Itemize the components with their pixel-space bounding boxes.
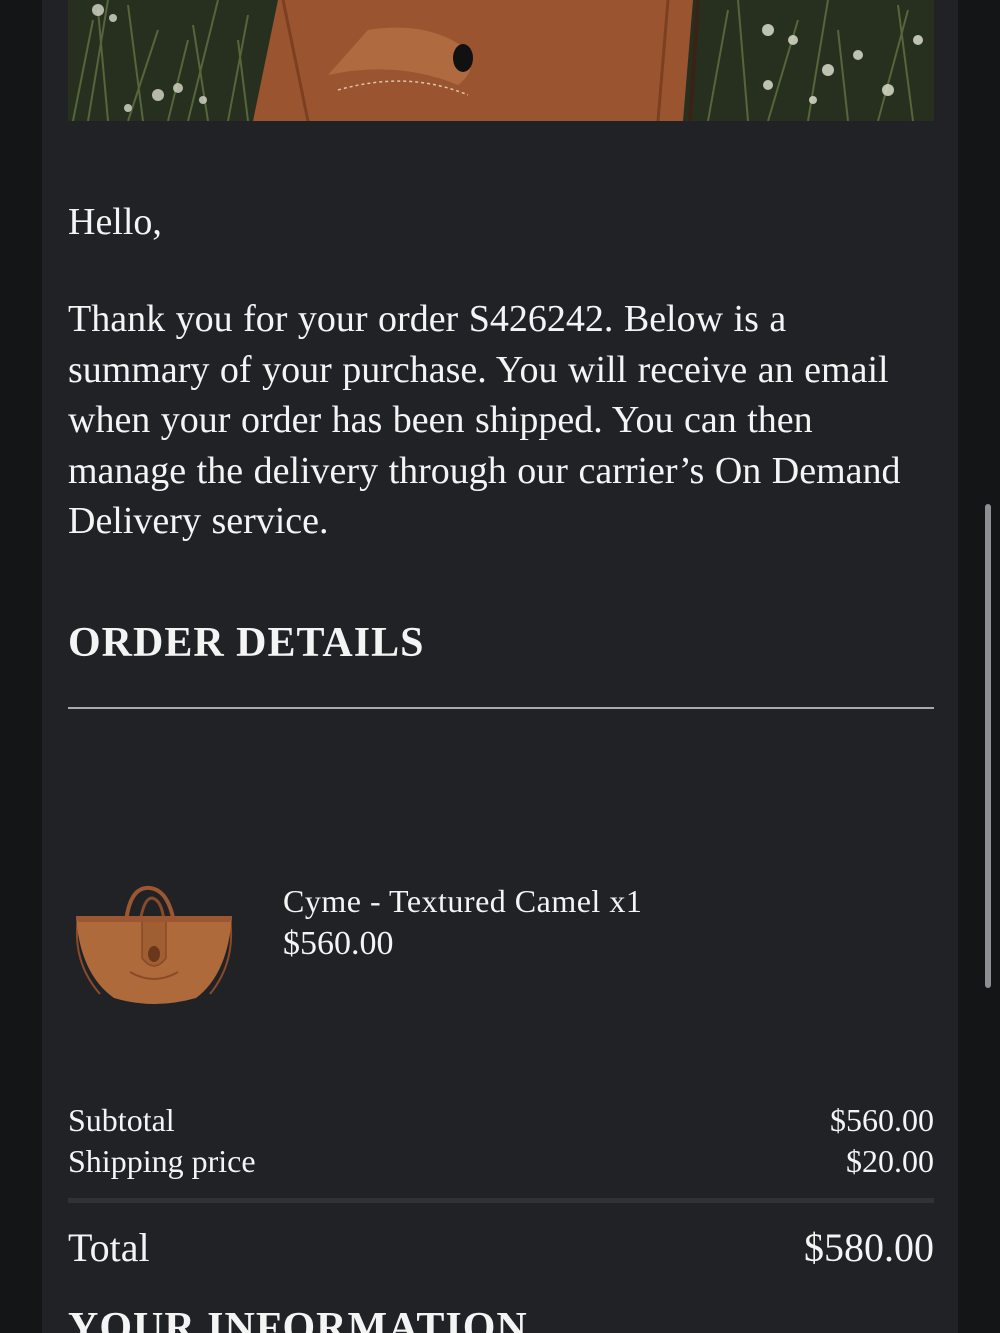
subtotal-row: Subtotal $560.00 <box>68 1099 934 1141</box>
total-label: Total <box>68 1225 150 1270</box>
greeting-text: Hello, <box>68 201 162 243</box>
total-divider <box>68 1198 934 1203</box>
email-body: Hello, Thank you for your order S426242.… <box>42 0 958 1333</box>
hero-banner-image <box>68 0 934 121</box>
total-row: Total $580.00 <box>68 1222 934 1274</box>
subtotal-value: $560.00 <box>830 1102 934 1138</box>
product-bag-image[interactable] <box>70 882 238 1010</box>
shipping-value: $20.00 <box>846 1143 934 1179</box>
order-intro-text: Thank you for your order S426242. Below … <box>68 298 901 542</box>
product-name[interactable]: Cyme - Textured Camel x1 <box>283 880 642 922</box>
left-frame <box>0 0 42 1333</box>
section-divider <box>68 707 934 709</box>
scrollbar-thumb[interactable] <box>985 504 991 988</box>
total-value: $580.00 <box>804 1225 934 1270</box>
subtotal-label: Subtotal <box>68 1102 175 1138</box>
right-frame <box>958 0 1000 1333</box>
product-price: $560.00 <box>283 925 394 962</box>
your-information-heading: YOUR INFORMATION <box>68 1305 528 1333</box>
shipping-label: Shipping price <box>68 1143 256 1179</box>
order-details-heading: ORDER DETAILS <box>68 620 425 666</box>
shipping-row: Shipping price $20.00 <box>68 1140 934 1182</box>
